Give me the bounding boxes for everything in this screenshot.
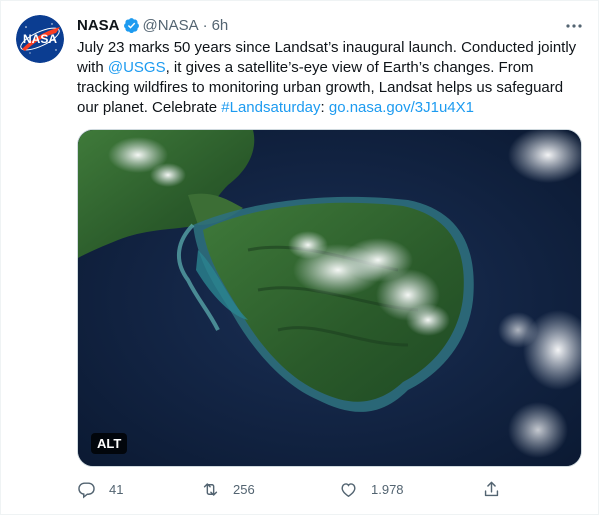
avatar[interactable]: NASA: [16, 15, 64, 63]
timestamp[interactable]: 6h: [212, 17, 229, 34]
url-link[interactable]: go.nasa.gov/3J1u4X1: [329, 99, 474, 116]
tweet-text: July 23 marks 50 years since Landsat’s i…: [77, 38, 587, 118]
author-handle[interactable]: @NASA: [143, 17, 199, 34]
more-icon[interactable]: [564, 17, 584, 35]
tweet-card[interactable]: NASA NASA @NASA · 6h July 23 marks 50 ye…: [0, 0, 599, 515]
tweet-header: NASA @NASA · 6h: [77, 15, 582, 35]
like-count: 1.978: [371, 481, 404, 497]
hashtag-link-landsaturday[interactable]: #Landsaturday: [221, 99, 320, 116]
satellite-image-of-island: [78, 130, 581, 466]
retweet-icon: [203, 482, 218, 496]
reply-button[interactable]: 41: [77, 477, 123, 501]
tweet-text-segment: :: [320, 99, 329, 116]
reply-count: 41: [109, 481, 124, 497]
tweet-media-image[interactable]: ALT: [77, 129, 582, 467]
reply-icon: [78, 481, 95, 498]
heart-icon: [341, 482, 356, 497]
verified-badge-icon: [123, 17, 140, 34]
tweet-actions: 41 256 1.978: [77, 477, 507, 501]
author-name[interactable]: NASA: [77, 17, 120, 34]
share-icon: [484, 481, 499, 496]
nasa-logo-icon: NASA: [16, 15, 64, 63]
like-button[interactable]: 1.978: [339, 477, 404, 501]
retweet-button[interactable]: 256: [201, 477, 255, 501]
mention-link-usgs[interactable]: @USGS: [108, 59, 166, 76]
separator-dot: ·: [202, 16, 208, 34]
avatar-logo-text: NASA: [23, 32, 57, 46]
share-button[interactable]: [482, 477, 514, 501]
retweet-count: 256: [233, 481, 255, 497]
alt-text-badge[interactable]: ALT: [91, 433, 128, 454]
